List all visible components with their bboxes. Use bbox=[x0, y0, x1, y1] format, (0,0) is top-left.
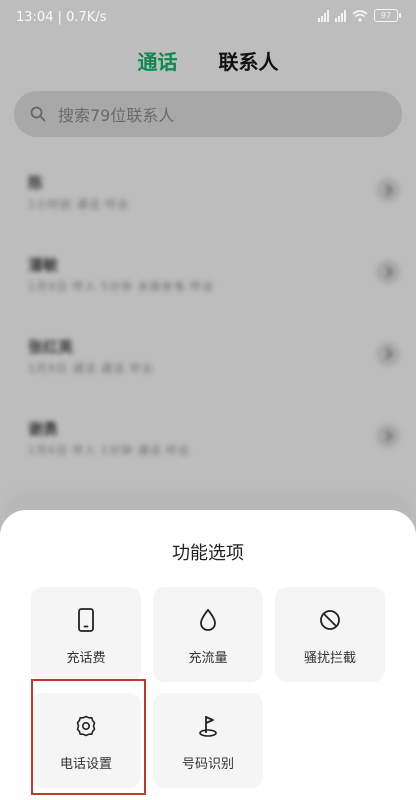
list-item[interactable]: 陈 1小时前 通话 呼出 bbox=[0, 160, 416, 242]
signal-icon bbox=[335, 9, 346, 22]
function-options-sheet: 功能选项 充话费 充流量 骚扰拦截 电话设置 号码识别 bbox=[0, 510, 416, 800]
block-icon bbox=[320, 610, 340, 630]
list-item[interactable]: 潘敏 1月9日 呼入 5分钟 未接来电 呼出 bbox=[0, 242, 416, 324]
contact-name: 陈 bbox=[28, 174, 44, 192]
phone-settings-button[interactable]: 电话设置 bbox=[31, 693, 141, 788]
battery-icon: 97 bbox=[374, 9, 401, 22]
list-item[interactable]: 张红英 1月8日 通话 通话 呼出 bbox=[0, 324, 416, 406]
sheet-title: 功能选项 bbox=[172, 543, 244, 564]
contact-detail: 1月9日 呼入 5分钟 未接来电 呼出 bbox=[28, 280, 214, 293]
chevron-right-icon[interactable] bbox=[376, 178, 400, 202]
contact-name: 谢勇 bbox=[28, 420, 59, 438]
status-bar: 13:04 | 0.7K/s 97 bbox=[0, 0, 416, 36]
chevron-right-icon[interactable] bbox=[376, 424, 400, 448]
status-time-speed: 13:04 | 0.7K/s bbox=[16, 10, 107, 25]
recent-calls-list: 陈 1小时前 通话 呼出 潘敏 1月9日 呼入 5分钟 未接来电 呼出 张红英 … bbox=[0, 160, 416, 488]
tile-label: 骚扰拦截 bbox=[303, 651, 356, 666]
tile-label: 电话设置 bbox=[59, 757, 112, 772]
contact-detail: 1月8日 通话 通话 呼出 bbox=[28, 362, 154, 375]
location-flag-icon bbox=[199, 716, 217, 737]
phone-device-icon bbox=[78, 608, 94, 632]
recharge-call-fee-button[interactable]: 充话费 bbox=[31, 587, 141, 682]
search-bar[interactable]: 搜索79位联系人 bbox=[14, 91, 402, 137]
tile-label: 充流量 bbox=[188, 651, 228, 666]
wifi-icon bbox=[352, 9, 368, 22]
droplet-icon bbox=[200, 608, 216, 631]
tile-label: 充话费 bbox=[66, 651, 106, 666]
chevron-right-icon[interactable] bbox=[376, 260, 400, 284]
top-tabs: 通话 联系人 bbox=[0, 46, 416, 75]
tab-calls[interactable]: 通话 bbox=[137, 46, 177, 75]
status-icons: 97 bbox=[318, 9, 401, 22]
spam-block-button[interactable]: 骚扰拦截 bbox=[275, 587, 385, 682]
search-placeholder: 搜索79位联系人 bbox=[58, 106, 175, 125]
list-item[interactable]: 谢勇 1月6日 呼入 1分钟 通话 呼出 bbox=[0, 406, 416, 488]
contact-name: 张红英 bbox=[28, 338, 74, 356]
search-icon bbox=[30, 106, 46, 122]
number-identification-button[interactable]: 号码识别 bbox=[153, 693, 263, 788]
recharge-data-button[interactable]: 充流量 bbox=[153, 587, 263, 682]
contact-name: 潘敏 bbox=[28, 256, 59, 274]
tile-label: 号码识别 bbox=[181, 757, 234, 772]
tab-contacts[interactable]: 联系人 bbox=[219, 46, 279, 75]
gear-icon bbox=[76, 715, 96, 737]
signal-icon bbox=[318, 9, 329, 22]
chevron-right-icon[interactable] bbox=[376, 342, 400, 366]
contact-detail: 1月6日 呼入 1分钟 通话 呼出 bbox=[28, 444, 190, 457]
contact-detail: 1小时前 通话 呼出 bbox=[28, 198, 129, 211]
